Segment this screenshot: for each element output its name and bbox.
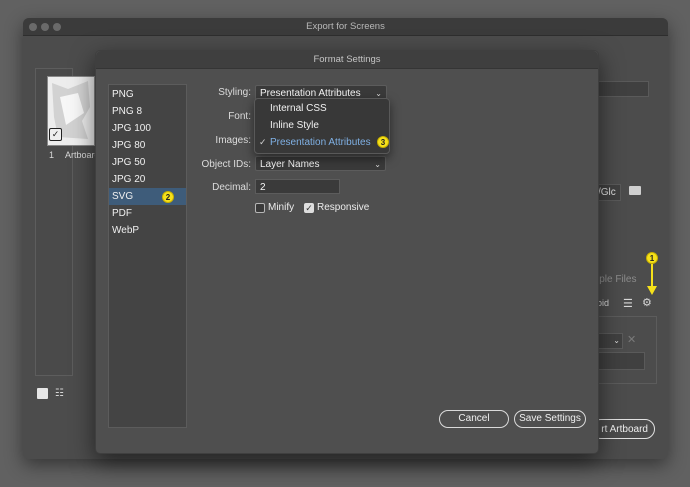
- dialog-title: Format Settings: [96, 51, 598, 69]
- artboard-select-checkbox[interactable]: ✓: [49, 128, 62, 141]
- create-subfolders-label: iple Files: [597, 274, 637, 285]
- menu-item-presentation-attributes[interactable]: ✓ Presentation Attributes: [255, 134, 389, 151]
- background-input[interactable]: [597, 81, 649, 97]
- format-label: WebP: [112, 225, 140, 236]
- folder-icon[interactable]: [629, 186, 641, 195]
- menu-item-label: Presentation Attributes: [270, 137, 371, 148]
- artboard-index: 1: [49, 150, 55, 160]
- object-ids-label: Object IDs:: [201, 159, 251, 170]
- list-icon[interactable]: ☰: [623, 297, 633, 310]
- list-view-icon[interactable]: ☷: [55, 388, 64, 399]
- decimal-label: Decimal:: [212, 182, 251, 193]
- format-item-pdf[interactable]: PDF: [109, 205, 186, 222]
- annotation-arrow: [647, 264, 657, 295]
- export-artboard-button[interactable]: rt Artboard: [591, 419, 655, 439]
- format-settings-panel: [597, 316, 657, 384]
- export-path-field[interactable]: /Glc: [597, 184, 621, 201]
- scale-dropdown[interactable]: ⌄: [597, 333, 623, 349]
- suffix-input[interactable]: [597, 352, 645, 370]
- cancel-button[interactable]: Cancel: [439, 410, 509, 428]
- responsive-checkbox[interactable]: ✓: [304, 203, 314, 213]
- styling-label: Styling:: [218, 87, 251, 98]
- format-label: PDF: [112, 208, 132, 219]
- minify-checkbox[interactable]: [255, 203, 265, 213]
- menu-item-label: Internal CSS: [270, 103, 327, 114]
- menu-item-label: Inline Style: [270, 120, 319, 131]
- responsive-label: Responsive: [317, 202, 370, 213]
- menu-item-internal-css[interactable]: Internal CSS: [255, 100, 389, 117]
- save-settings-button[interactable]: Save Settings: [514, 410, 586, 428]
- format-item-webp[interactable]: WebP: [109, 222, 186, 239]
- object-ids-dropdown[interactable]: Layer Names ⌄: [255, 156, 386, 171]
- images-label: Images:: [215, 135, 251, 146]
- chevron-down-icon: ⌄: [374, 160, 381, 169]
- styling-menu: Internal CSS Inline Style ✓ Presentation…: [254, 98, 390, 154]
- minify-label: Minify: [268, 202, 295, 213]
- window-titlebar: Export for Screens: [23, 18, 668, 36]
- object-ids-value: Layer Names: [260, 159, 320, 170]
- remove-format-icon[interactable]: ✕: [627, 333, 636, 346]
- menu-item-inline-style[interactable]: Inline Style: [255, 117, 389, 134]
- font-label: Font:: [228, 111, 251, 122]
- annotation-badge-3: 3: [377, 136, 389, 148]
- decimal-input[interactable]: 2: [255, 179, 340, 194]
- checkmark-icon: ✓: [259, 137, 267, 147]
- window-title: Export for Screens: [306, 21, 385, 32]
- grid-view-icon[interactable]: [37, 388, 48, 399]
